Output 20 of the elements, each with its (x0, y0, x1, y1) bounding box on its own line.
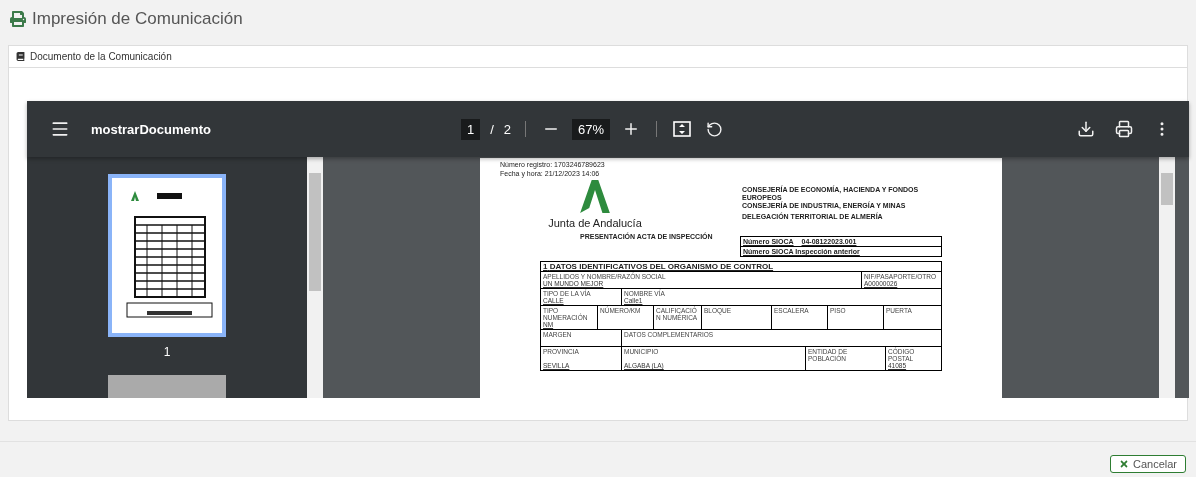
printer-icon (10, 11, 26, 27)
page-thumbnail[interactable] (108, 174, 226, 337)
emblem-icon (580, 180, 610, 213)
scrollbar[interactable] (307, 157, 323, 398)
print-icon[interactable] (1113, 118, 1135, 140)
fit-page-icon[interactable] (671, 118, 694, 140)
thumbnail-label: 1 (163, 345, 171, 359)
file-name: mostrarDocumento (91, 121, 212, 137)
book-icon (16, 52, 25, 61)
page-count: 2 (503, 121, 512, 137)
page-number-field[interactable]: 1 (461, 118, 481, 140)
page-title: Impresión de Comunicación (32, 9, 243, 29)
close-icon (1118, 459, 1129, 469)
page-separator: / (490, 121, 494, 137)
cancel-button[interactable]: Cancelar (1109, 455, 1186, 473)
zoom-field[interactable]: 67% (572, 118, 611, 140)
section-heading: 1 DATOS IDENTIFICATIVOS DEL ORGANISMO DE CONTROL (541, 262, 941, 272)
panel-title: Documento de la Comunicación (30, 51, 172, 62)
scrollbar[interactable] (1159, 157, 1175, 398)
organization-name: Junta de Andalucía (548, 217, 642, 229)
